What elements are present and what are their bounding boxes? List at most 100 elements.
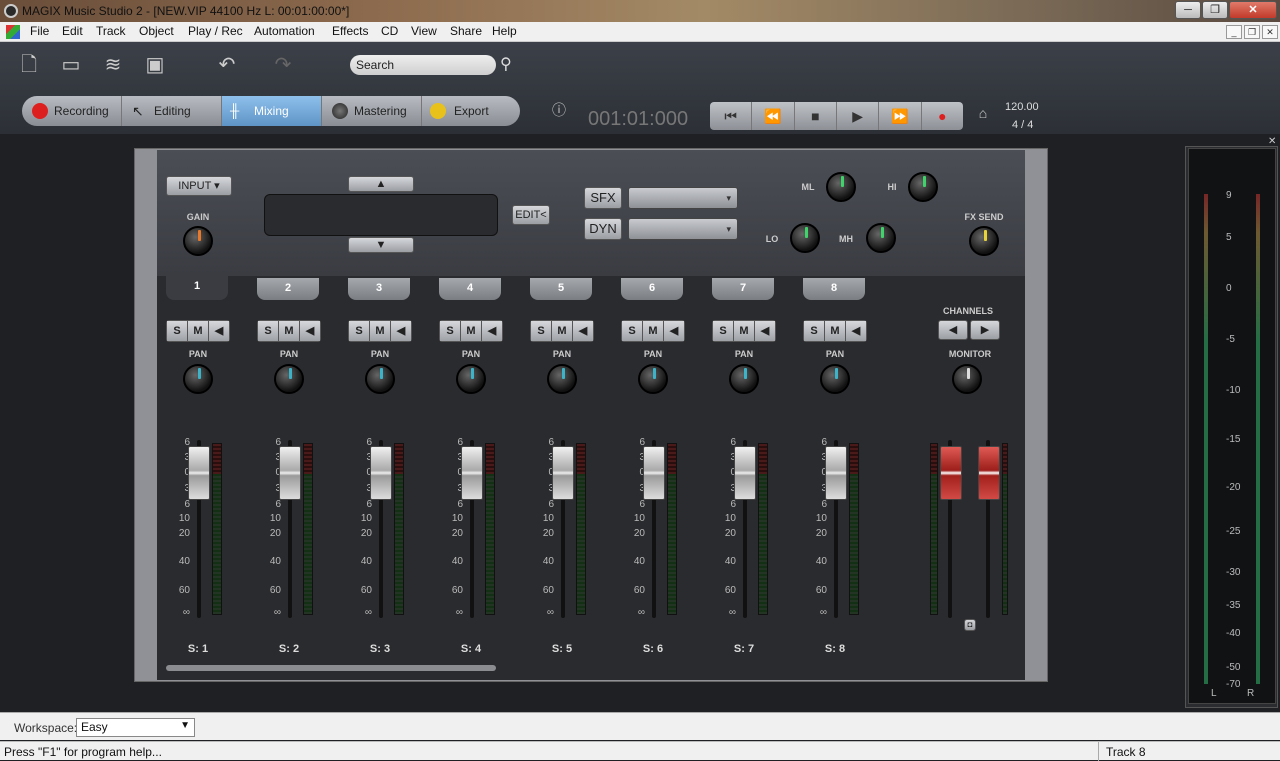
menu-edit[interactable]: Edit [62,24,83,38]
menu-track[interactable]: Track [96,24,126,38]
channel-3-name[interactable]: S: 3 [350,643,410,655]
mdi-restore-button[interactable]: ❐ [1244,25,1260,39]
channels-next-button[interactable]: ▶ [970,320,1000,340]
minimize-button[interactable]: ─ [1175,1,1201,19]
time-signature-display[interactable]: 4 / 4 [1012,119,1033,131]
sfx-select[interactable]: ▾ [628,187,738,209]
mute-button[interactable]: M [279,321,299,341]
channel-tab-6[interactable]: 6 [621,278,683,300]
menu-file[interactable]: File [30,24,49,38]
master-fader-right[interactable] [978,446,1000,500]
dyn-button[interactable]: DYN [584,218,622,240]
meter-close-icon[interactable]: ✕ [1268,136,1276,147]
solo-button[interactable]: S [258,321,278,341]
channel-7-volume-fader[interactable] [734,446,756,500]
channel-2-name[interactable]: S: 2 [259,643,319,655]
app-menu-icon[interactable] [6,25,20,39]
channel-tab-2[interactable]: 2 [257,278,319,300]
channel-3-pan-knob[interactable] [365,364,395,394]
channel-6-pan-knob[interactable] [638,364,668,394]
channel-6-name[interactable]: S: 6 [623,643,683,655]
channel-7-pan-knob[interactable] [729,364,759,394]
channel-5-pan-knob[interactable] [547,364,577,394]
channel-tab-8[interactable]: 8 [803,278,865,300]
save-icon[interactable]: ▣ [142,52,168,78]
channel-3-volume-fader[interactable] [370,446,392,500]
menu-object[interactable]: Object [139,24,174,38]
menu-share[interactable]: Share [450,24,482,38]
maximize-button[interactable]: ❐ [1202,1,1228,19]
channel-2-volume-fader[interactable] [279,446,301,500]
speaker-icon[interactable]: ◀ [755,321,775,341]
solo-button[interactable]: S [531,321,551,341]
solo-button[interactable]: S [167,321,187,341]
mixer-horizontal-scrollbar[interactable] [166,665,496,671]
menu-automation[interactable]: Automation [254,24,315,38]
channel-5-volume-fader[interactable] [552,446,574,500]
link-faders-button[interactable]: ◘ [964,619,976,631]
solo-button[interactable]: S [349,321,369,341]
input-dropdown[interactable]: INPUT ▾ [166,176,232,196]
redo-icon[interactable]: ↷ [270,52,296,78]
master-fader-left[interactable] [940,446,962,500]
dyn-select[interactable]: ▾ [628,218,738,240]
speaker-icon[interactable]: ◀ [846,321,866,341]
mute-button[interactable]: M [552,321,572,341]
monitor-knob[interactable] [952,364,982,394]
position-timecode[interactable]: 001:01:000 [588,108,688,131]
mute-button[interactable]: M [825,321,845,341]
mdi-minimize-button[interactable]: _ [1226,25,1242,39]
eq-hi-knob[interactable] [908,172,938,202]
channel-4-volume-fader[interactable] [461,446,483,500]
channel-4-name[interactable]: S: 4 [441,643,501,655]
mdi-close-button[interactable]: ✕ [1262,25,1278,39]
channel-tab-4[interactable]: 4 [439,278,501,300]
go-to-start-icon[interactable]: ⏮ [710,102,753,130]
channel-5-name[interactable]: S: 5 [532,643,592,655]
mute-button[interactable]: M [643,321,663,341]
stop-icon[interactable]: ■ [795,102,837,130]
channel-8-volume-fader[interactable] [825,446,847,500]
tempo-display[interactable]: 120.00 [1005,101,1039,113]
open-folder-icon[interactable]: ▭ [58,52,84,78]
speaker-icon[interactable]: ◀ [482,321,502,341]
solo-button[interactable]: S [622,321,642,341]
info-icon[interactable]: ⓘ [546,97,572,123]
mode-mastering-tab[interactable]: Mastering [322,96,422,126]
menu-help[interactable]: Help [492,24,517,38]
channel-1-pan-knob[interactable] [183,364,213,394]
mute-button[interactable]: M [370,321,390,341]
menu-effects[interactable]: Effects [332,24,368,38]
mode-editing-tab[interactable]: ↖ Editing [122,96,222,126]
new-file-icon[interactable]: 🗋 [16,52,42,78]
channel-6-volume-fader[interactable] [643,446,665,500]
sfx-button[interactable]: SFX [584,187,622,209]
channel-1-name[interactable]: S: 1 [168,643,228,655]
solo-button[interactable]: S [713,321,733,341]
channel-1-volume-fader[interactable] [188,446,210,500]
scroll-down-button[interactable]: ▼ [348,237,414,253]
undo-icon[interactable]: ↶ [214,52,240,78]
channel-8-name[interactable]: S: 8 [805,643,865,655]
rewind-icon[interactable]: ⏪ [752,102,795,130]
menu-view[interactable]: View [411,24,437,38]
fx-send-knob[interactable] [969,226,999,256]
record-icon[interactable]: ● [922,102,963,130]
play-icon[interactable]: ▶ [837,102,880,130]
mute-button[interactable]: M [461,321,481,341]
mode-export-tab[interactable]: Export [422,96,520,126]
channel-tab-3[interactable]: 3 [348,278,410,300]
speaker-icon[interactable]: ◀ [664,321,684,341]
channel-tab-1[interactable]: 1 [166,276,228,300]
solo-button[interactable]: S [804,321,824,341]
search-icon[interactable]: ⚲ [500,54,520,74]
menu-cd[interactable]: CD [381,24,398,38]
speaker-icon[interactable]: ◀ [300,321,320,341]
close-button[interactable]: ✕ [1229,1,1277,19]
eq-mh-knob[interactable] [866,223,896,253]
mute-button[interactable]: M [188,321,208,341]
channel-tab-7[interactable]: 7 [712,278,774,300]
edit-button[interactable]: EDIT< [512,205,550,225]
mute-button[interactable]: M [734,321,754,341]
solo-button[interactable]: S [440,321,460,341]
